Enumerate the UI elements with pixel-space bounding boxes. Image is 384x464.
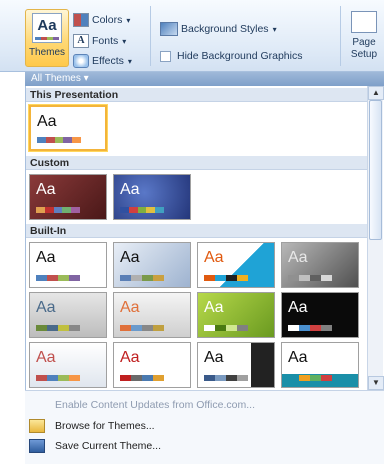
hide-background-graphics-checkbox[interactable]: Hide Background Graphics <box>160 47 302 65</box>
browse-for-themes-item[interactable]: Browse for Themes... <box>25 417 384 435</box>
theme-thumbnail-builtin[interactable]: Aa <box>197 242 275 288</box>
page-setup-label-2: Setup <box>350 49 378 60</box>
theme-thumbnail-builtin[interactable]: Aa <box>29 242 107 288</box>
background-styles-icon <box>160 22 178 36</box>
fonts-label: Fonts <box>92 35 119 47</box>
theme-sample-text: Aa <box>36 181 56 198</box>
theme-sample-text: Aa <box>36 349 56 366</box>
theme-thumbnail-office[interactable]: Aa <box>29 105 107 151</box>
fonts-button[interactable]: A Fonts ▾ <box>73 32 126 50</box>
theme-thumbnail-builtin[interactable]: Aa <box>281 292 359 338</box>
theme-color-bar <box>36 375 80 381</box>
browse-label: Browse for Themes... <box>55 420 155 432</box>
theme-color-bar <box>120 207 164 213</box>
themes-button[interactable]: Aa Themes <box>25 9 69 67</box>
page-setup-label-1: Page <box>352 37 376 48</box>
all-themes-label: All Themes <box>31 73 81 84</box>
fonts-icon: A <box>73 34 89 48</box>
ribbon-separator <box>340 6 341 66</box>
ribbon-separator <box>150 6 151 66</box>
theme-sample-text: Aa <box>120 349 140 366</box>
gallery-scrollbar[interactable]: ▲ ▼ <box>367 86 384 390</box>
theme-thumbnail-builtin[interactable]: Aa <box>29 292 107 338</box>
section-header: Custom <box>26 156 367 170</box>
chevron-down-icon: ▾ <box>272 24 277 34</box>
theme-sample-text: Aa <box>288 249 308 266</box>
theme-sample-text: Aa <box>120 181 140 198</box>
design-ribbon: Aa Themes Colors ▾ A Fonts ▾ Effects ▾ B… <box>0 0 384 72</box>
theme-color-bar <box>120 325 164 331</box>
theme-thumbnail-builtin[interactable]: Aa <box>29 342 107 388</box>
save-label: Save Current Theme... <box>55 440 162 452</box>
effects-label: Effects <box>92 55 124 67</box>
themes-gallery: This Presentation Aa Custom Aa Aa Built-… <box>25 86 367 390</box>
save-icon <box>29 439 45 453</box>
all-themes-dropdown[interactable]: All Themes ▾ <box>25 72 384 86</box>
background-styles-button[interactable]: Background Styles ▾ <box>160 20 277 38</box>
theme-sample-text: Aa <box>204 299 224 316</box>
theme-sample-text: Aa <box>288 299 308 316</box>
theme-sample-text: Aa <box>36 299 56 316</box>
theme-thumbnail-builtin[interactable]: Aa <box>281 342 359 388</box>
theme-color-bar <box>204 375 248 381</box>
page-setup-button[interactable]: Page Setup <box>344 9 384 67</box>
theme-color-bar <box>288 325 332 331</box>
theme-color-bar <box>36 325 80 331</box>
theme-thumbnail-builtin[interactable]: Aa <box>113 242 191 288</box>
theme-sample-text: Aa <box>36 249 56 266</box>
theme-thumbnail-custom-1[interactable]: Aa <box>29 174 107 220</box>
effects-icon <box>73 54 89 68</box>
theme-thumbnail-builtin[interactable]: Aa <box>113 292 191 338</box>
theme-sample-text: Aa <box>120 299 140 316</box>
theme-color-bar <box>288 375 332 381</box>
theme-sample-text: Aa <box>204 249 224 266</box>
page-setup-icon <box>351 11 377 33</box>
scroll-up-icon[interactable]: ▲ <box>368 86 384 100</box>
themes-label: Themes <box>28 47 66 58</box>
theme-sample-text: Aa <box>120 249 140 266</box>
chevron-down-icon: ▾ <box>126 15 131 25</box>
theme-color-bar <box>288 275 332 281</box>
section-header: Built-In <box>26 224 367 238</box>
theme-thumbnail-builtin[interactable]: Aa <box>197 292 275 338</box>
scrollbar-thumb[interactable] <box>369 100 382 240</box>
colors-label: Colors <box>92 14 123 26</box>
theme-thumbnail-builtin[interactable]: Aa <box>281 242 359 288</box>
theme-color-bar <box>120 275 164 281</box>
save-current-theme-item[interactable]: Save Current Theme... <box>25 437 384 455</box>
enable-content-updates-item[interactable]: Enable Content Updates from Office.com..… <box>25 396 384 414</box>
theme-thumbnail-builtin[interactable]: Aa <box>197 342 275 388</box>
colors-button[interactable]: Colors ▾ <box>73 11 130 29</box>
section-header: This Presentation <box>26 88 367 102</box>
chevron-down-icon: ▾ <box>122 36 127 46</box>
theme-color-bar <box>120 375 164 381</box>
folder-icon <box>29 419 45 433</box>
effects-button[interactable]: Effects ▾ <box>73 52 132 70</box>
themes-icon: Aa <box>32 13 62 43</box>
hide-background-label: Hide Background Graphics <box>177 50 303 62</box>
theme-color-bar <box>36 207 80 213</box>
theme-thumbnail-builtin[interactable]: Aa <box>113 342 191 388</box>
theme-thumbnail-custom-2[interactable]: Aa <box>113 174 191 220</box>
theme-color-bar <box>204 325 248 331</box>
chevron-down-icon: ▾ <box>127 56 132 66</box>
theme-color-bar <box>36 275 80 281</box>
theme-sample-text: Aa <box>204 349 224 366</box>
theme-color-bar <box>204 275 248 281</box>
colors-icon <box>73 13 89 27</box>
scroll-down-icon[interactable]: ▼ <box>368 376 384 390</box>
enable-updates-label: Enable Content Updates from Office.com..… <box>55 399 255 411</box>
gallery-menu: Enable Content Updates from Office.com..… <box>25 390 384 464</box>
background-styles-label: Background Styles <box>181 23 269 35</box>
theme-color-bar <box>37 137 81 143</box>
theme-sample-text: Aa <box>37 113 57 130</box>
chevron-down-icon: ▾ <box>83 73 89 84</box>
checkbox-icon[interactable] <box>160 50 171 62</box>
theme-sample-text: Aa <box>288 349 308 366</box>
